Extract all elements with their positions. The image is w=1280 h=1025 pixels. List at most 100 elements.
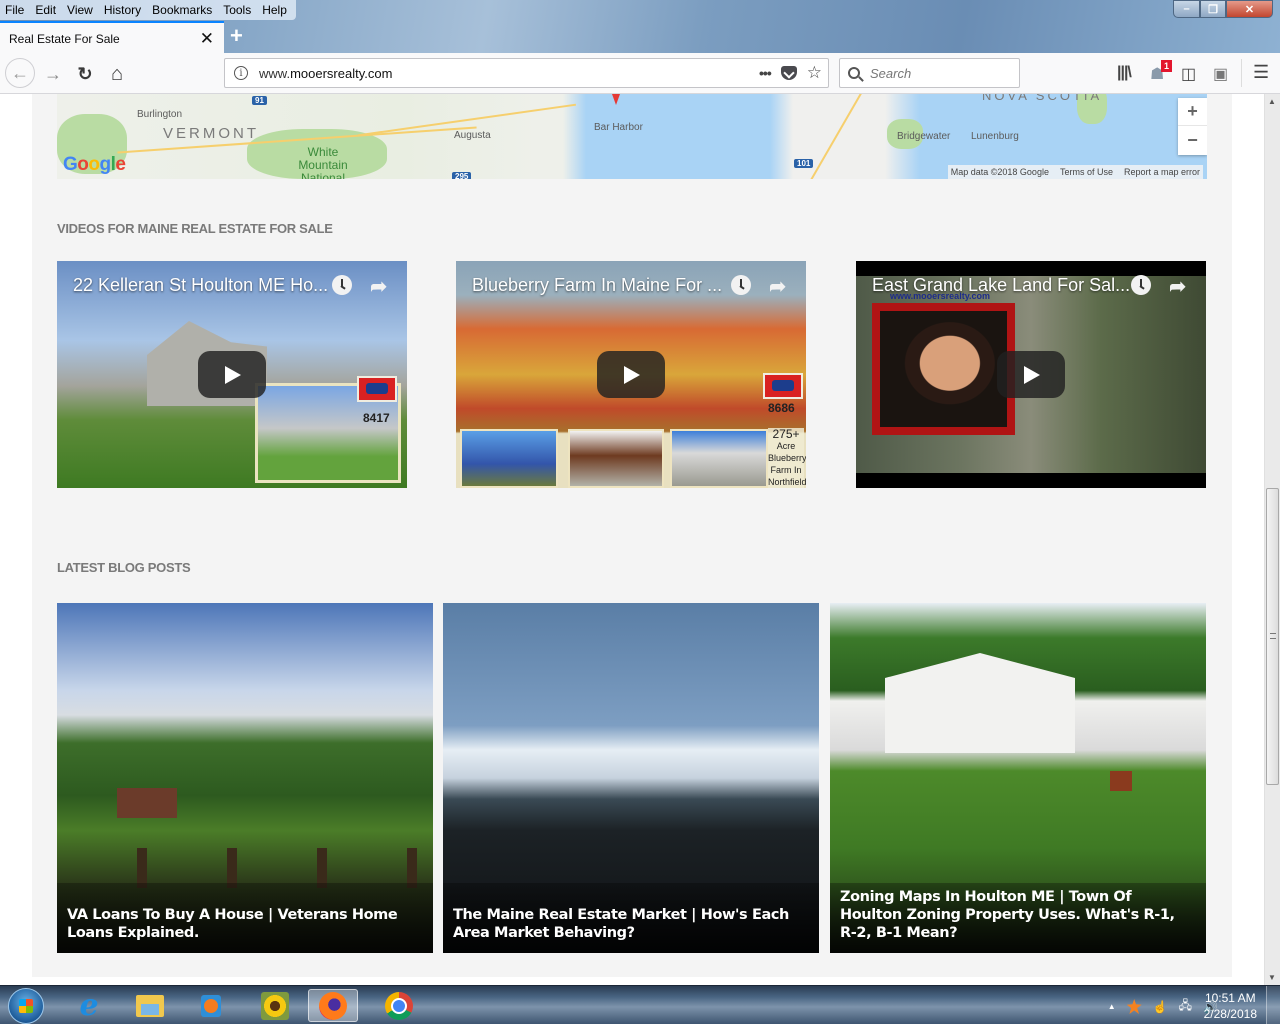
windows-taskbar: e ▲ ☝ 🖧 🔊 10:51 AM 2/28/2018	[0, 985, 1280, 1025]
map-report-error-link[interactable]: Report a map error	[1124, 167, 1200, 177]
page-actions: ••• ☆	[759, 63, 822, 83]
watch-later-icon[interactable]	[1131, 275, 1151, 295]
listing-number: 8417	[363, 411, 390, 425]
map-zoom-in-button[interactable]: +	[1178, 98, 1207, 126]
tray-expand-icon[interactable]: ▲	[1108, 1002, 1116, 1011]
video-card[interactable]: www.mooersrealty.com East Grand Lake Lan…	[856, 261, 1206, 488]
play-button[interactable]	[997, 351, 1065, 398]
highway-shield-101: 101	[794, 159, 814, 168]
caption-line: 275+	[772, 427, 800, 441]
taskbar-chrome[interactable]	[382, 989, 416, 1022]
map-footer: Map data ©2018 Google Terms of Use Repor…	[947, 165, 1203, 179]
minimize-button[interactable]: –	[1173, 0, 1200, 18]
blog-house-image	[885, 653, 1075, 753]
play-button[interactable]	[597, 351, 665, 398]
close-window-button[interactable]: ✕	[1226, 0, 1273, 18]
blog-post-title[interactable]: The Maine Real Estate Market | How's Eac…	[453, 906, 805, 942]
new-tab-button[interactable]: +	[230, 23, 243, 49]
pocket-icon[interactable]	[780, 66, 797, 80]
back-button[interactable]: ←	[5, 58, 35, 88]
maximize-button[interactable]: ❐	[1200, 0, 1226, 18]
map-zoom-control: + −	[1178, 98, 1207, 155]
avast-icon[interactable]	[1126, 999, 1142, 1014]
show-desktop-button[interactable]	[1266, 986, 1280, 1025]
blog-heading: LATEST BLOG POSTS	[57, 560, 191, 575]
map-zoom-out-button[interactable]: −	[1178, 126, 1207, 154]
play-button[interactable]	[198, 351, 266, 398]
menu-tools[interactable]: Tools	[222, 3, 252, 17]
map-label-nova-scotia: NOVA SCOTIA	[982, 94, 1103, 103]
window-controls: – ❐ ✕	[1173, 0, 1273, 18]
bookmark-star-icon[interactable]: ☆	[807, 63, 822, 83]
mooers-logo	[763, 373, 803, 399]
blog-chair-image	[1110, 771, 1132, 791]
taskbar-internet-explorer[interactable]: e	[72, 988, 106, 1023]
map-label-bar-harbor: Bar Harbor	[594, 122, 643, 133]
navigation-toolbar: ← → ↻ ⌂ i www.mooersrealty.com ••• ☆ Sea…	[0, 53, 1280, 94]
scroll-thumb[interactable]	[1266, 488, 1279, 785]
blog-post-title[interactable]: Zoning Maps In Houlton ME | Town Of Houl…	[840, 888, 1192, 942]
notification-badge: 1	[1161, 60, 1173, 72]
map-marker-icon[interactable]	[612, 94, 620, 105]
menu-view[interactable]: View	[66, 3, 94, 17]
vertical-scrollbar[interactable]: ▲ ▼	[1264, 94, 1280, 985]
extension-lock-icon[interactable]: ▣	[1213, 64, 1228, 84]
start-button[interactable]	[8, 988, 44, 1024]
firefox-icon	[319, 991, 347, 1020]
share-icon[interactable]: ➦	[1169, 274, 1186, 299]
library-icon[interactable]: |||\	[1117, 64, 1132, 82]
search-input[interactable]: Search	[839, 58, 1020, 88]
reload-button[interactable]: ↻	[72, 61, 98, 87]
search-placeholder: Search	[870, 65, 912, 81]
video-card[interactable]: 8686 275+ Acre Blueberry Farm In Northfi…	[456, 261, 806, 488]
url-prefix: www.	[259, 65, 291, 81]
highway-shield-91: 91	[252, 96, 267, 105]
blog-post-card[interactable]: The Maine Real Estate Market | How's Eac…	[443, 603, 819, 953]
url-text[interactable]: www.mooersrealty.com	[259, 66, 392, 81]
url-bar[interactable]: i www.mooersrealty.com ••• ☆	[224, 58, 829, 88]
map-label-burlington: Burlington	[137, 109, 183, 120]
video-inset-photo	[460, 429, 558, 488]
map-label-forest: White Mountain National Forest	[298, 145, 348, 180]
share-icon[interactable]: ➦	[769, 274, 786, 299]
blog-post-card[interactable]: VA Loans To Buy A House | Veterans Home …	[57, 603, 433, 953]
network-icon[interactable]: 🖧	[1179, 996, 1192, 1017]
tray-hand-icon[interactable]: ☝	[1153, 1000, 1168, 1014]
taskbar-file-explorer[interactable]	[133, 989, 167, 1022]
tab-close-icon[interactable]: ✕	[200, 29, 214, 49]
scroll-down-arrow[interactable]: ▼	[1268, 973, 1276, 982]
share-icon[interactable]: ➦	[370, 274, 387, 299]
menu-bookmarks[interactable]: Bookmarks	[151, 3, 213, 17]
taskbar-firefox[interactable]	[308, 989, 358, 1022]
taskbar-photo-viewer[interactable]	[258, 989, 292, 1022]
page-actions-menu-icon[interactable]: •••	[759, 65, 772, 81]
taskbar-clock[interactable]: 10:51 AM 2/28/2018	[1204, 990, 1257, 1022]
video-card[interactable]: 8417 22 Kelleran St Houlton ME Ho... ➦	[57, 261, 407, 488]
home-button[interactable]: ⌂	[104, 61, 130, 87]
tab-real-estate-for-sale[interactable]: Real Estate For Sale ✕	[0, 21, 224, 54]
watch-later-icon[interactable]	[332, 275, 352, 295]
video-inset-photo	[670, 429, 768, 488]
menu-history[interactable]: History	[103, 3, 142, 17]
page-content: Burlington VERMONT White Mountain Nation…	[32, 94, 1232, 977]
clock-time: 10:51 AM	[1204, 991, 1256, 1005]
site-info-icon[interactable]: i	[234, 66, 248, 80]
highway-shield-295: 295	[452, 172, 472, 179]
map-terms-link[interactable]: Terms of Use	[1060, 167, 1113, 177]
forward-button[interactable]: →	[40, 61, 66, 87]
video-title: 22 Kelleran St Houlton ME Ho...	[73, 275, 329, 295]
google-logo-letter: g	[99, 154, 112, 175]
taskbar-media-player[interactable]	[194, 989, 228, 1022]
sidebar-icon[interactable]: ◫	[1181, 64, 1196, 84]
menu-edit[interactable]: Edit	[34, 3, 57, 17]
page-viewport: Burlington VERMONT White Mountain Nation…	[0, 94, 1264, 985]
menu-help[interactable]: Help	[261, 3, 288, 17]
scroll-up-arrow[interactable]: ▲	[1268, 97, 1276, 106]
blog-post-title[interactable]: VA Loans To Buy A House | Veterans Home …	[67, 906, 419, 942]
agent-photo-frame	[872, 303, 1015, 435]
menu-file[interactable]: File	[4, 3, 25, 17]
google-map[interactable]: Burlington VERMONT White Mountain Nation…	[57, 94, 1207, 179]
hamburger-menu-icon[interactable]: ☰	[1253, 62, 1269, 83]
watch-later-icon[interactable]	[731, 275, 751, 295]
blog-post-card[interactable]: Zoning Maps In Houlton ME | Town Of Houl…	[830, 603, 1206, 953]
